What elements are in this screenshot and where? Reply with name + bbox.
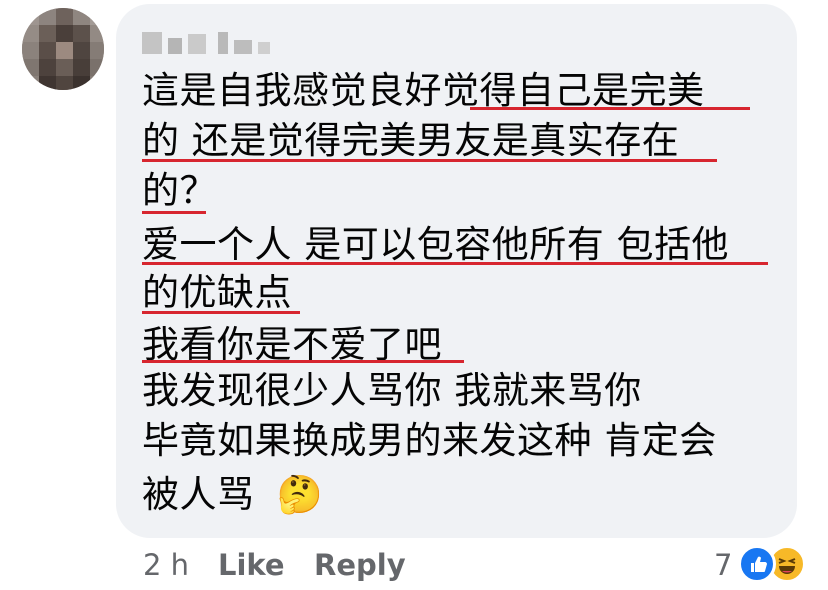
avatar[interactable] bbox=[22, 8, 104, 90]
red-underline-2 bbox=[142, 159, 717, 162]
like-button[interactable]: Like bbox=[218, 546, 285, 584]
like-icon[interactable] bbox=[738, 545, 776, 583]
reaction-count[interactable]: 7 bbox=[714, 546, 732, 584]
comment-text-line-9-text: 被人骂 bbox=[142, 473, 255, 516]
red-underline-1 bbox=[470, 107, 750, 110]
thinking-face-emoji: 🤔 bbox=[276, 473, 324, 516]
red-underline-6 bbox=[142, 360, 464, 363]
red-underline-3 bbox=[142, 211, 206, 214]
author-name-redacted[interactable] bbox=[142, 28, 270, 54]
comment-text-line-3: 的？ bbox=[142, 169, 217, 212]
red-underline-4 bbox=[142, 262, 768, 265]
comment-text-line-5: 的优缺点 bbox=[142, 271, 292, 314]
comment-timestamp[interactable]: 2 h bbox=[143, 546, 189, 584]
red-underline-5 bbox=[142, 311, 300, 314]
comment-text-line-9: 被人骂 🤔 bbox=[142, 472, 323, 518]
comment-text-line-2: 的 还是觉得完美男友是真实存在 bbox=[142, 119, 680, 162]
comment-text-line-8: 毕竟如果换成男的来发这种 肯定会 bbox=[142, 419, 717, 462]
comment-text-line-7: 我发现很少人骂你 我就来骂你 bbox=[142, 369, 642, 412]
reply-button[interactable]: Reply bbox=[314, 546, 406, 584]
